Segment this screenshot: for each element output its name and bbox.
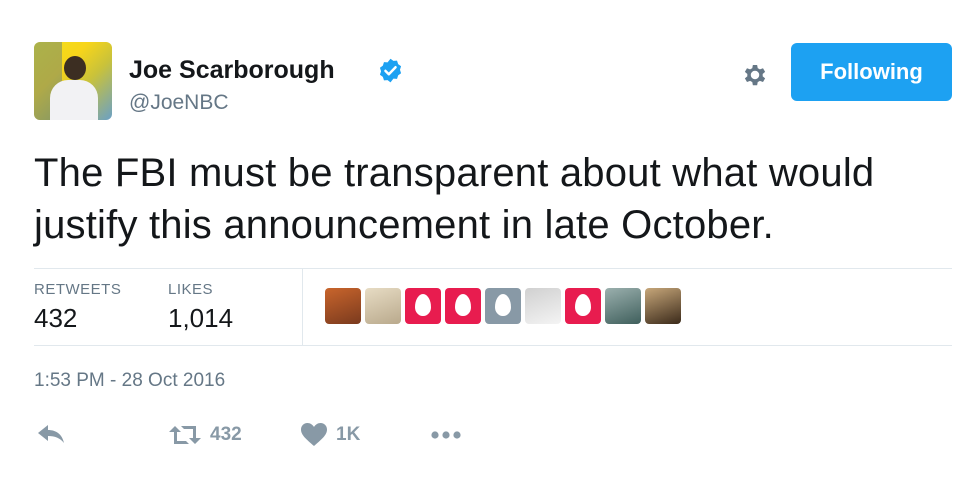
liker-avatar[interactable] (445, 288, 481, 324)
tweet-text: The FBI must be transparent about what w… (34, 151, 875, 247)
liker-avatar[interactable] (405, 288, 441, 324)
tweet-timestamp[interactable]: 1:53 PM - 28 Oct 2016 (34, 370, 225, 392)
stats-separator (302, 269, 303, 345)
retweet-count: 432 (210, 424, 242, 445)
liker-avatar[interactable] (485, 288, 521, 324)
author-name[interactable]: Joe Scarborough (129, 56, 335, 85)
liker-avatar[interactable] (525, 288, 561, 324)
egg-avatar-icon (455, 294, 471, 316)
like-button[interactable]: 1K (300, 422, 360, 448)
author-avatar[interactable] (34, 42, 112, 120)
liker-avatar[interactable] (605, 288, 641, 324)
liked-by-avatars (325, 288, 681, 324)
reply-button[interactable] (36, 422, 66, 448)
more-icon (431, 431, 461, 439)
egg-avatar-icon (415, 294, 431, 316)
likes-label: LIKES (168, 281, 214, 298)
reply-icon (38, 425, 64, 443)
divider (34, 268, 952, 269)
like-count: 1K (336, 424, 361, 445)
following-button[interactable]: Following (791, 43, 952, 101)
liker-avatar[interactable] (565, 288, 601, 324)
heart-icon (301, 423, 327, 446)
divider (34, 345, 952, 346)
likes-stat[interactable]: LIKES 1,014 (168, 281, 233, 334)
retweets-label: RETWEETS (34, 281, 122, 298)
egg-avatar-icon (495, 294, 511, 316)
gear-icon[interactable] (740, 60, 770, 90)
retweet-icon (169, 426, 201, 444)
verified-badge-icon (379, 58, 402, 83)
liker-avatar[interactable] (325, 288, 361, 324)
retweets-stat[interactable]: RETWEETS 432 (34, 281, 121, 334)
author-handle[interactable]: @JoeNBC (129, 91, 229, 115)
liker-avatar[interactable] (645, 288, 681, 324)
retweet-button[interactable]: 432 (168, 422, 242, 448)
liker-avatar[interactable] (365, 288, 401, 324)
likes-count: 1,014 (168, 303, 234, 333)
more-button[interactable] (430, 422, 464, 448)
egg-avatar-icon (575, 294, 591, 316)
retweets-count: 432 (34, 303, 78, 333)
